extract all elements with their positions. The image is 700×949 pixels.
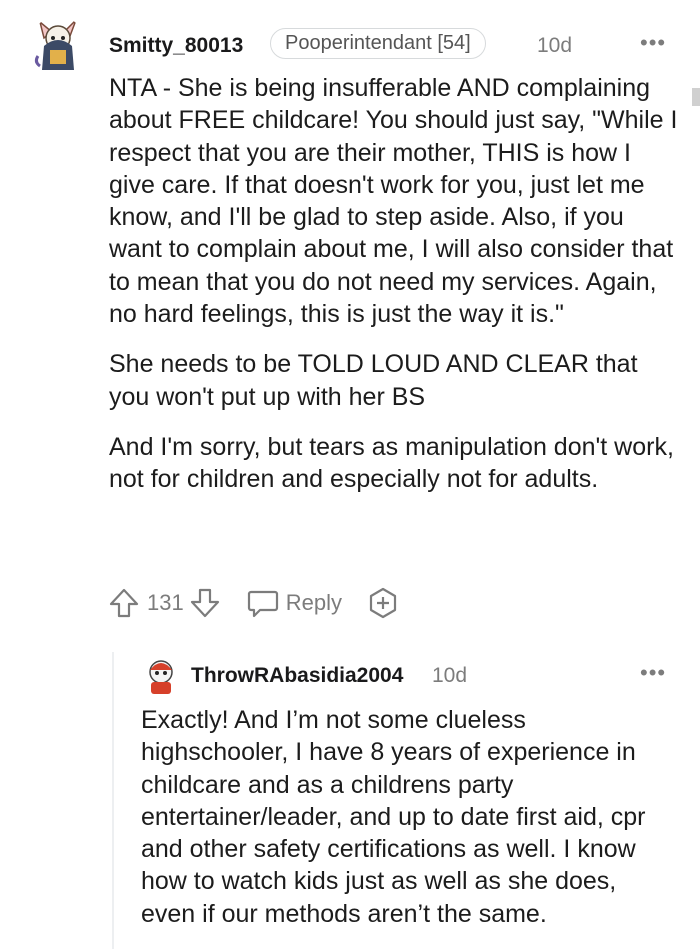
avatar[interactable]: [30, 16, 86, 76]
reply-bubble-icon: [247, 590, 278, 618]
reply-body: Exactly! And I’m not some clueless highs…: [141, 704, 676, 948]
comment-actions: 131 Reply: [107, 586, 400, 620]
reply-username[interactable]: ThrowRAbasidia2004: [191, 664, 403, 688]
reply-timestamp: 10d: [432, 664, 468, 687]
reply-avatar[interactable]: [141, 656, 181, 696]
award-plus-icon[interactable]: [366, 586, 400, 620]
more-options-icon[interactable]: •••: [640, 32, 666, 54]
comment-paragraph: NTA - She is being insufferable AND comp…: [109, 74, 678, 329]
reply-label: Reply: [285, 590, 342, 615]
comment-body: NTA - She is being insufferable AND comp…: [109, 72, 679, 514]
comment-paragraph: And I'm sorry, but tears as manipulation…: [109, 432, 674, 494]
reply-more-options-icon[interactable]: •••: [640, 662, 666, 684]
reply-button[interactable]: Reply: [246, 586, 342, 620]
comment-username[interactable]: Smitty_80013: [109, 34, 243, 58]
comment-paragraph: She needs to be TOLD LOUD AND CLEAR that…: [109, 350, 638, 411]
comment-timestamp: 10d: [537, 34, 573, 57]
downvote-arrow-icon[interactable]: [188, 586, 222, 620]
user-flair: Pooperintendant [54]: [270, 28, 486, 59]
vote-count: 131: [147, 590, 184, 615]
upvote-arrow-icon[interactable]: [107, 586, 141, 620]
reply-paragraph: Exactly! And I’m not some clueless highs…: [141, 706, 646, 928]
thread-line[interactable]: [112, 652, 114, 949]
scrollbar-thumb[interactable]: [692, 88, 700, 106]
